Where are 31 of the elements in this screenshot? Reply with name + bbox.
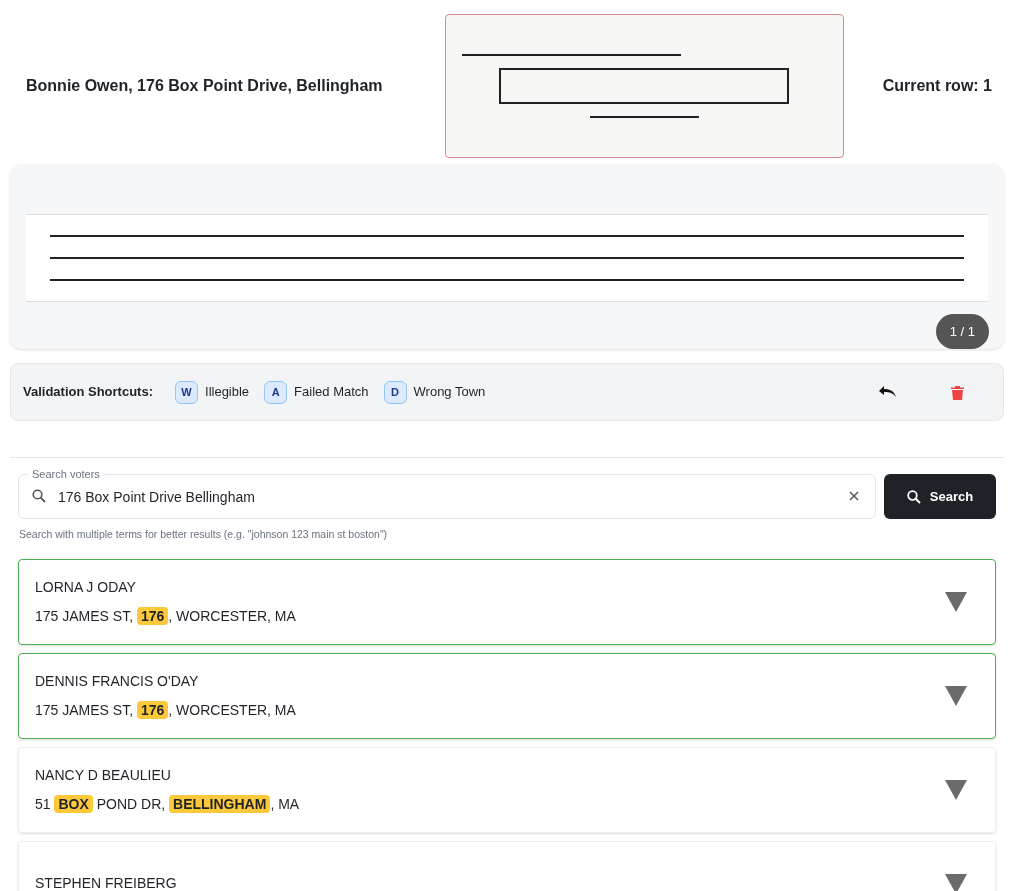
voter-name: LORNA J ODAY: [35, 577, 137, 597]
clear-icon[interactable]: [849, 491, 859, 501]
search-icon: [906, 489, 921, 504]
voter-card[interactable]: STEPHEN FREIBERG: [18, 840, 996, 891]
shortcut-key: W: [175, 380, 198, 404]
voter-address: 175 JAMES ST, 176, WORCESTER, MA: [35, 605, 297, 627]
shortcut-label: Failed Match: [294, 383, 369, 402]
voter-name: STEPHEN FREIBERG: [35, 874, 178, 891]
shortcut-key: D: [383, 380, 407, 404]
voter-address: 51 BOX POND DR, BELLINGHAM, MA: [35, 793, 301, 815]
voter-card[interactable]: LORNA J ODAY 175 JAMES ST, 176, WORCESTER, MA: [18, 558, 996, 645]
shortcut-label: Illegible: [205, 383, 250, 402]
trash-icon: [950, 384, 964, 400]
search-hint: Search with multiple terms for better results (e.g. "johnson 123 main st boston"): [19, 527, 389, 542]
shortcut-label: Wrong Town: [413, 383, 486, 402]
shortcuts-label: Validation Shortcuts:: [23, 383, 153, 402]
voter-address: 175 JAMES ST, 176, WORCESTER, MA: [35, 699, 297, 721]
expand-icon[interactable]: [945, 873, 967, 891]
voter-card[interactable]: NANCY D BEAULIEU 51 BOX POND DR, BELLINGHAM, MA: [18, 746, 996, 833]
search-button[interactable]: Search: [884, 474, 996, 519]
search-icon: [32, 489, 46, 503]
expand-icon[interactable]: [945, 591, 967, 612]
record-title: Bonnie Owen, 176 Box Point Drive, Bellingham: [26, 76, 384, 96]
expand-icon[interactable]: [945, 779, 967, 800]
current-row-text: Current row: 1: [882, 76, 992, 96]
page-indicator: 1 / 1: [935, 313, 989, 349]
voter-name: NANCY D BEAULIEU: [35, 765, 172, 785]
voter-card[interactable]: DENNIS FRANCIS O'DAY 175 JAMES ST, 176, WORCESTER, MA: [18, 652, 996, 739]
shortcut-key: A: [264, 380, 288, 404]
expand-icon[interactable]: [945, 685, 967, 706]
voter-name: DENNIS FRANCIS O'DAY: [35, 671, 200, 691]
